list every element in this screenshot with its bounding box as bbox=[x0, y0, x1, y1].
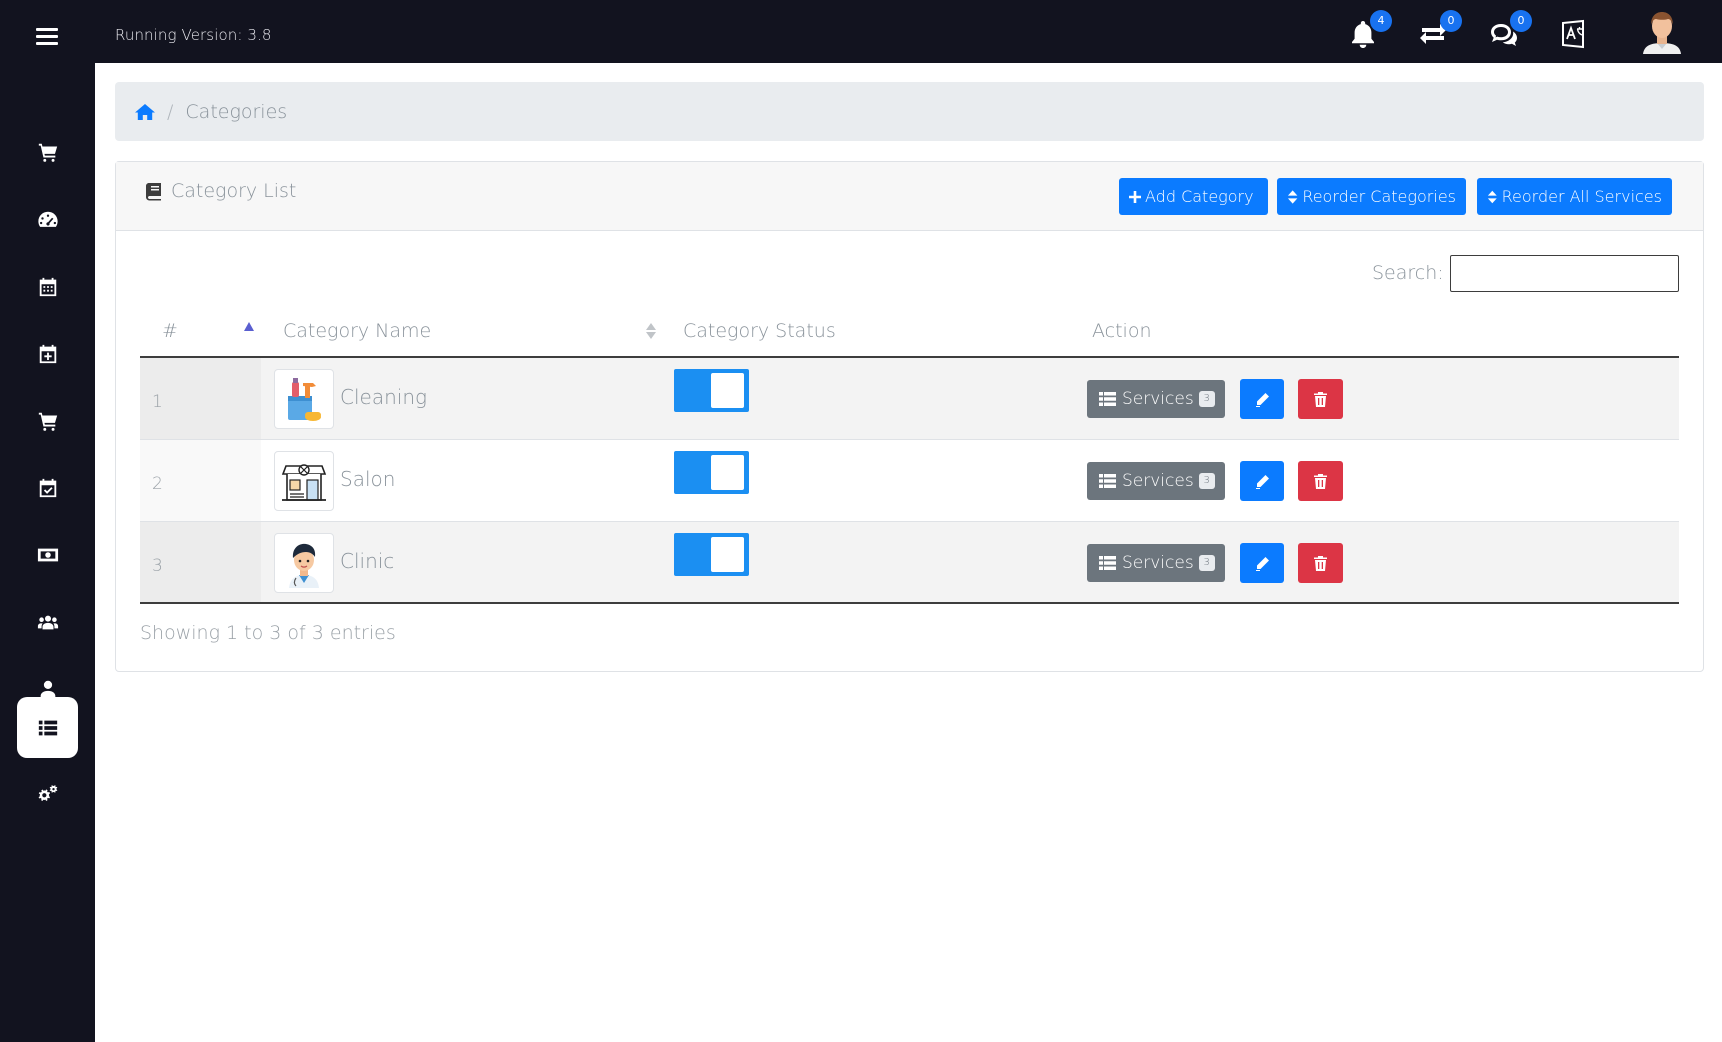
index-cell: 1 bbox=[140, 358, 261, 439]
users-icon bbox=[37, 615, 58, 629]
category-name: Clinic bbox=[340, 549, 395, 573]
row-index: 2 bbox=[152, 474, 163, 494]
translate-icon[interactable] bbox=[1556, 17, 1590, 51]
plus-icon bbox=[1129, 190, 1141, 203]
category-status-toggle[interactable] bbox=[674, 533, 749, 576]
column-header-category-name[interactable]: Category Name bbox=[283, 320, 431, 342]
exchange-badge: 0 bbox=[1440, 10, 1462, 32]
search-label: Search: bbox=[1372, 262, 1444, 284]
dashboard-icon bbox=[37, 211, 58, 227]
home-icon[interactable] bbox=[135, 103, 155, 121]
delete-button[interactable] bbox=[1298, 461, 1343, 501]
sidebar-item-bookings[interactable] bbox=[17, 457, 78, 518]
chat-icon[interactable]: 0 bbox=[1486, 10, 1532, 51]
column-header-action: Action bbox=[1092, 320, 1152, 342]
pencil-icon bbox=[1255, 392, 1269, 407]
table-bottom-border bbox=[140, 602, 1679, 604]
category-image bbox=[274, 533, 334, 593]
trash-icon bbox=[1314, 555, 1327, 571]
services-count-badge: 3 bbox=[1198, 555, 1215, 571]
sort-icon bbox=[646, 321, 656, 341]
trash-icon bbox=[1314, 473, 1327, 489]
table-header: # Category Name Category Status Action bbox=[140, 307, 1679, 358]
table-info: Showing 1 to 3 of 3 entries bbox=[140, 622, 396, 644]
chat-badge: 0 bbox=[1510, 10, 1532, 32]
sort-ascending-icon bbox=[244, 322, 254, 331]
category-status-toggle[interactable] bbox=[674, 369, 749, 412]
index-cell: 2 bbox=[140, 440, 261, 521]
pencil-icon bbox=[1255, 474, 1269, 489]
list-icon bbox=[1099, 556, 1116, 570]
pencil-icon bbox=[1255, 556, 1269, 571]
card-title: Category List bbox=[144, 180, 296, 202]
row-index: 3 bbox=[152, 556, 163, 576]
column-header-category-status: Category Status bbox=[683, 320, 836, 342]
reorder-categories-button[interactable]: Reorder Categories bbox=[1277, 178, 1466, 215]
salon-building-icon bbox=[281, 464, 327, 501]
cart-icon bbox=[38, 143, 57, 162]
category-name: Cleaning bbox=[340, 385, 427, 409]
row-index: 1 bbox=[152, 392, 163, 412]
sidebar-item-payments[interactable] bbox=[17, 524, 78, 585]
table-row: 1 Cleaning Services 3 bbox=[140, 358, 1679, 440]
book-icon bbox=[146, 182, 161, 200]
category-name: Salon bbox=[340, 467, 396, 491]
top-bar: Running Version: 3.8 4 0 0 bbox=[0, 0, 1722, 63]
sidebar-item-settings[interactable] bbox=[17, 764, 78, 825]
table-row: 3 Clinic Services 3 bbox=[140, 522, 1679, 604]
search-input[interactable] bbox=[1450, 255, 1679, 292]
delete-button[interactable] bbox=[1298, 543, 1343, 583]
services-count-badge: 3 bbox=[1198, 391, 1215, 407]
reorder-all-services-button[interactable]: Reorder All Services bbox=[1477, 178, 1672, 215]
edit-button[interactable] bbox=[1240, 461, 1284, 501]
exchange-icon[interactable]: 0 bbox=[1416, 10, 1462, 51]
index-cell: 3 bbox=[140, 522, 261, 603]
category-list-card: Category List Add Category Reorder Categ… bbox=[115, 161, 1704, 672]
services-button[interactable]: Services 3 bbox=[1087, 380, 1225, 418]
notifications-bell-icon[interactable]: 4 bbox=[1346, 10, 1392, 51]
category-image bbox=[274, 369, 334, 429]
edit-button[interactable] bbox=[1240, 379, 1284, 419]
category-image bbox=[274, 451, 334, 511]
money-icon bbox=[37, 548, 58, 561]
version-text: Running Version: 3.8 bbox=[115, 26, 272, 44]
column-header-index[interactable]: # bbox=[162, 320, 178, 342]
trash-icon bbox=[1314, 391, 1327, 407]
delete-button[interactable] bbox=[1298, 379, 1343, 419]
services-count-badge: 3 bbox=[1198, 473, 1215, 489]
sidebar-item-customers[interactable] bbox=[17, 591, 78, 652]
category-status-toggle[interactable] bbox=[674, 451, 749, 494]
list-icon bbox=[38, 720, 57, 735]
services-button[interactable]: Services 3 bbox=[1087, 462, 1225, 500]
list-icon bbox=[1099, 392, 1116, 406]
calendar-plus-icon bbox=[39, 344, 56, 363]
cart-icon bbox=[38, 412, 57, 431]
edit-button[interactable] bbox=[1240, 543, 1284, 583]
sort-icon bbox=[1487, 190, 1497, 203]
user-avatar[interactable] bbox=[1641, 8, 1683, 54]
breadcrumb-separator: / bbox=[167, 100, 174, 123]
calendar-check-icon bbox=[39, 478, 56, 497]
calendar-icon bbox=[39, 277, 56, 296]
sidebar-item-categories[interactable] bbox=[17, 697, 78, 758]
hamburger-menu-icon[interactable] bbox=[36, 28, 58, 46]
services-button[interactable]: Services 3 bbox=[1087, 544, 1225, 582]
sidebar-item-orders[interactable] bbox=[17, 121, 78, 182]
add-category-button[interactable]: Add Category bbox=[1119, 178, 1268, 215]
doctor-icon bbox=[289, 543, 319, 588]
sidebar-item-dashboard[interactable] bbox=[17, 189, 78, 250]
list-icon bbox=[1099, 474, 1116, 488]
table-row: 2 Salon Services 3 bbox=[140, 440, 1679, 522]
sidebar-item-cart[interactable] bbox=[17, 390, 78, 451]
sidebar-item-new-booking[interactable] bbox=[17, 323, 78, 384]
sidebar-item-calendar[interactable] bbox=[17, 256, 78, 317]
card-header: Category List Add Category Reorder Categ… bbox=[116, 162, 1703, 231]
breadcrumb-current: Categories bbox=[185, 100, 288, 123]
cleaning-supplies-icon bbox=[288, 378, 321, 421]
sort-icon bbox=[1287, 189, 1298, 204]
gears-icon bbox=[38, 784, 57, 801]
sidebar bbox=[0, 63, 95, 1042]
breadcrumb: / Categories bbox=[115, 82, 1704, 141]
notifications-badge: 4 bbox=[1370, 10, 1392, 32]
